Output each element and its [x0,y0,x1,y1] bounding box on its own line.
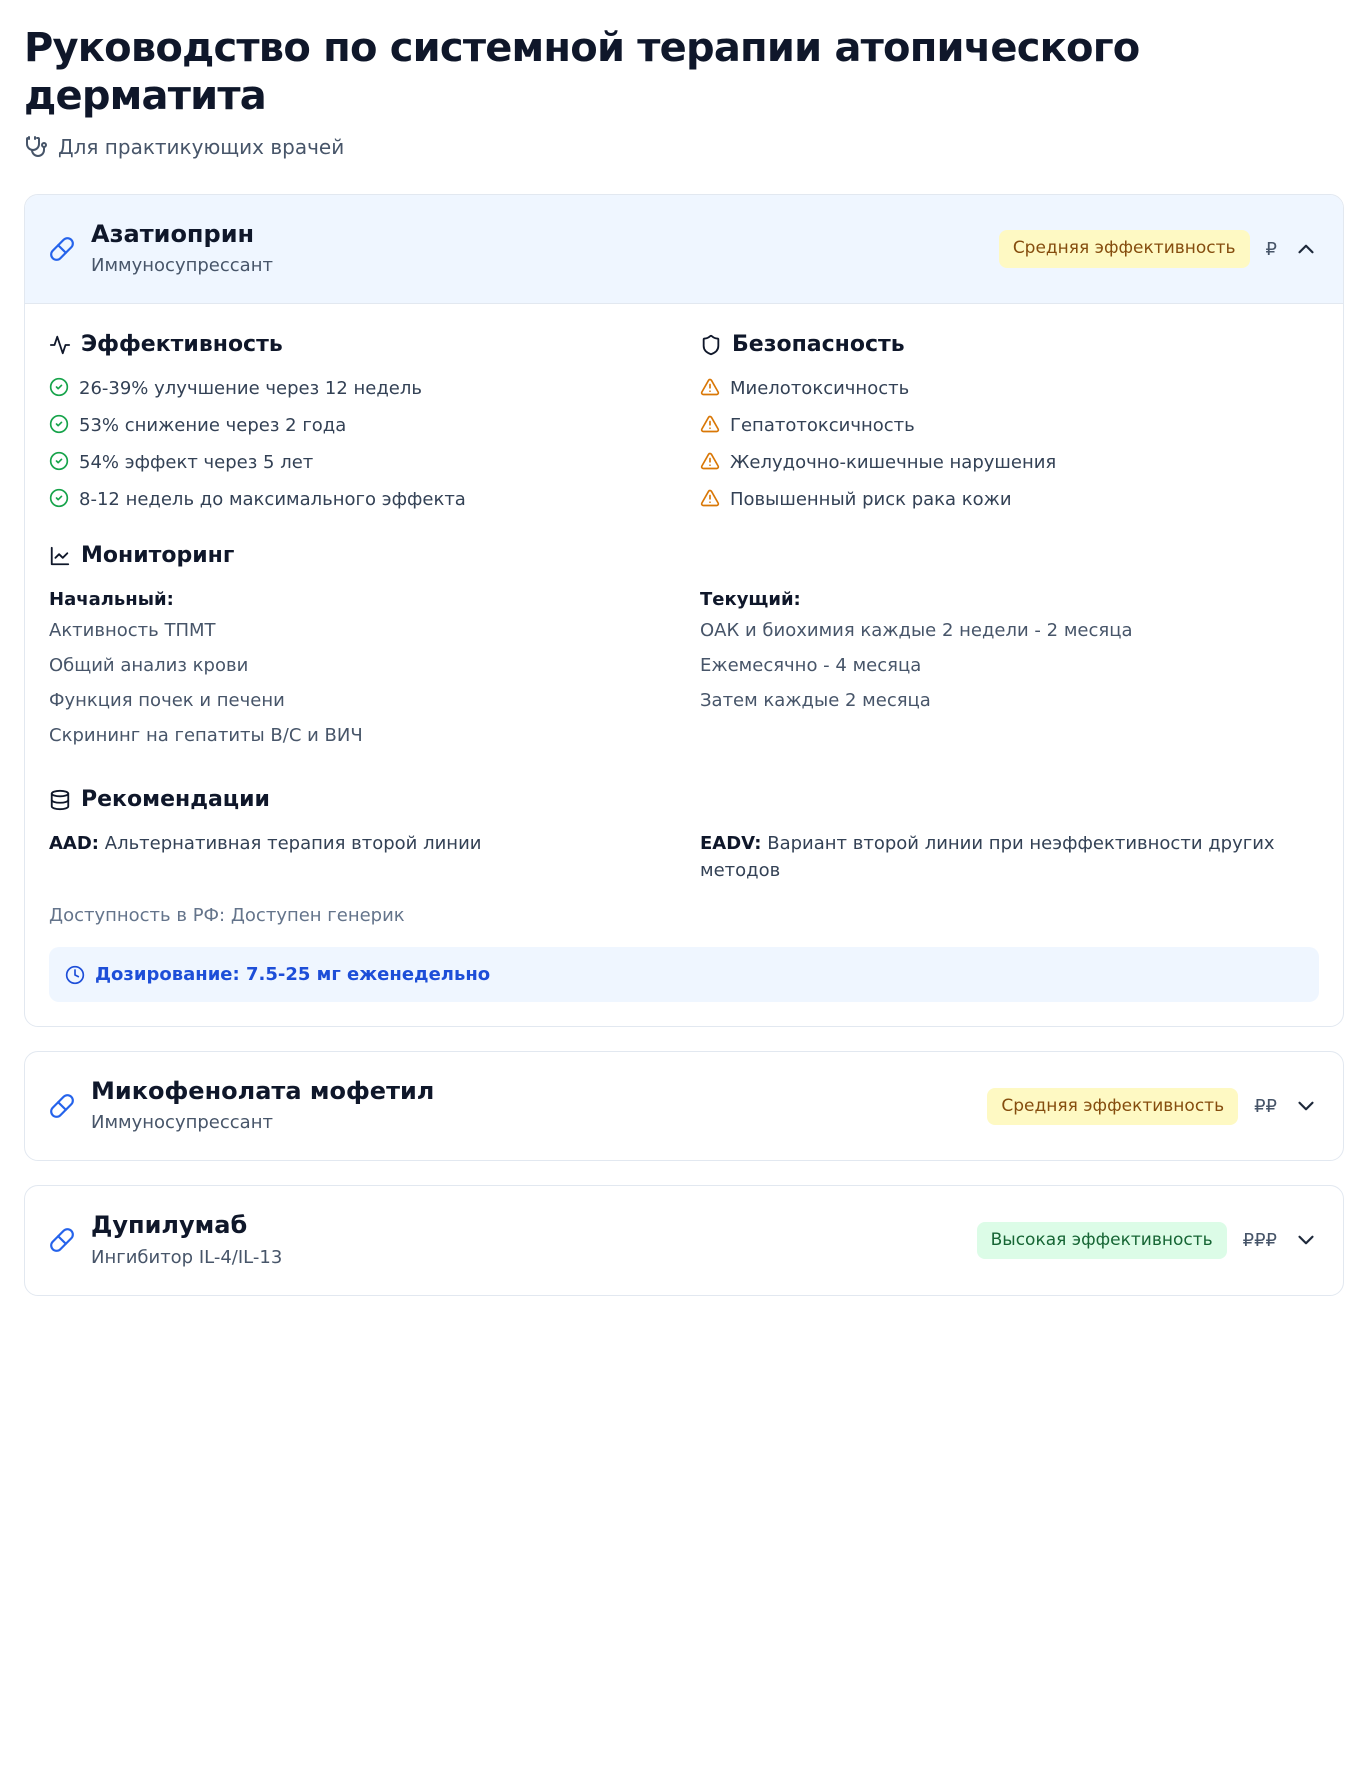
efficacy-text: 53% снижение через 2 года [79,412,346,439]
safety-heading: Безопасность [700,328,1319,361]
safety-text: Желудочно-кишечные нарушения [730,449,1056,476]
drug-name: Дупилумаб [91,1210,961,1241]
efficacy-badge: Средняя эффективность [999,230,1250,268]
safety-heading-text: Безопасность [732,328,905,361]
chevron-down-icon [1293,1227,1319,1253]
check-circle-icon [49,377,69,397]
page-title: Руководство по системной терапии атопиче… [24,24,1344,120]
safety-text: Гепатотоксичность [730,412,915,439]
monitoring-initial-item: Функция почек и печени [49,687,668,714]
safety-item: Гепатотоксичность [700,412,1319,439]
drug-class: Иммуносупрессант [91,1109,971,1136]
safety-item: Желудочно-кишечные нарушения [700,449,1319,476]
efficacy-text: 8-12 недель до максимального эффекта [79,486,466,513]
alert-triangle-icon [700,451,720,471]
shield-icon [700,334,722,356]
line-chart-icon [49,545,71,567]
monitoring-initial-item: Общий анализ крови [49,652,668,679]
clock-icon [65,965,85,985]
efficacy-item: 26-39% улучшение через 12 недель [49,375,668,402]
efficacy-heading: Эффективность [49,328,668,361]
safety-item: Миелотоксичность [700,375,1319,402]
drug-card: Дупилумаб Ингибитор IL-4/IL-13 Высокая э… [24,1185,1344,1295]
page-subtitle: Для практикующих врачей [24,132,1344,162]
monitoring-heading-text: Мониторинг [81,539,234,572]
efficacy-item: 54% эффект через 5 лет [49,449,668,476]
efficacy-item: 53% снижение через 2 года [49,412,668,439]
efficacy-badge: Высокая эффективность [977,1222,1227,1260]
safety-text: Миелотоксичность [730,375,909,402]
efficacy-badge: Средняя эффективность [987,1088,1238,1126]
safety-text: Повышенный риск рака кожи [730,486,1012,513]
drug-name: Микофенолата мофетил [91,1076,971,1107]
monitoring-initial-label: Начальный: [49,586,668,613]
drug-class: Ингибитор IL-4/IL-13 [91,1244,961,1271]
pill-icon [49,1093,75,1119]
recommendation-aad: AAD: Альтернативная терапия второй линии [49,830,668,884]
drug-card-toggle[interactable]: Микофенолата мофетил Иммуносупрессант Ср… [25,1052,1343,1160]
check-circle-icon [49,488,69,508]
alert-triangle-icon [700,414,720,434]
cost-indicator: ₽₽ [1254,1093,1277,1120]
cost-indicator: ₽ [1266,236,1277,263]
cost-indicator: ₽₽₽ [1243,1227,1277,1254]
recommendations-heading-text: Рекомендации [81,783,270,816]
alert-triangle-icon [700,488,720,508]
monitoring-ongoing-label: Текущий: [700,586,1319,613]
chevron-up-icon [1293,236,1319,262]
pill-icon [49,1227,75,1253]
efficacy-text: 26-39% улучшение через 12 недель [79,375,422,402]
monitoring-ongoing-item: ОАК и биохимия каждые 2 недели - 2 месяц… [700,617,1319,644]
stethoscope-icon [24,135,48,159]
efficacy-text: 54% эффект через 5 лет [79,449,313,476]
availability: Доступность в РФ: Доступен генерик [49,902,1319,929]
database-icon [49,789,71,811]
monitoring-ongoing-item: Затем каждые 2 месяца [700,687,1319,714]
check-circle-icon [49,414,69,434]
efficacy-item: 8-12 недель до максимального эффекта [49,486,668,513]
activity-icon [49,334,71,356]
page-subtitle-text: Для практикующих врачей [58,132,344,162]
pill-icon [49,236,75,262]
efficacy-heading-text: Эффективность [81,328,283,361]
chevron-down-icon [1293,1093,1319,1119]
safety-item: Повышенный риск рака кожи [700,486,1319,513]
drug-card: Азатиоприн Иммуносупрессант Средняя эффе… [24,194,1344,1027]
drug-name: Азатиоприн [91,219,983,250]
drug-card: Микофенолата мофетил Иммуносупрессант Ср… [24,1051,1344,1161]
recommendations-heading: Рекомендации [49,783,1319,816]
drug-card-body: Эффективность 26-39% улучшение через 12 … [25,304,1343,1026]
monitoring-initial-item: Скрининг на гепатиты B/C и ВИЧ [49,722,668,749]
drug-card-toggle[interactable]: Дупилумаб Ингибитор IL-4/IL-13 Высокая э… [25,1186,1343,1294]
dosing-box: Дозирование: 7.5-25 мг еженедельно [49,947,1319,1002]
drug-card-toggle[interactable]: Азатиоприн Иммуносупрессант Средняя эффе… [25,195,1343,304]
monitoring-heading: Мониторинг [49,539,1319,572]
alert-triangle-icon [700,377,720,397]
drug-class: Иммуносупрессант [91,252,983,279]
recommendation-eadv: EADV: Вариант второй линии при неэффекти… [700,830,1319,884]
monitoring-ongoing-item: Ежемесячно - 4 месяца [700,652,1319,679]
monitoring-initial-item: Активность ТПМТ [49,617,668,644]
check-circle-icon [49,451,69,471]
